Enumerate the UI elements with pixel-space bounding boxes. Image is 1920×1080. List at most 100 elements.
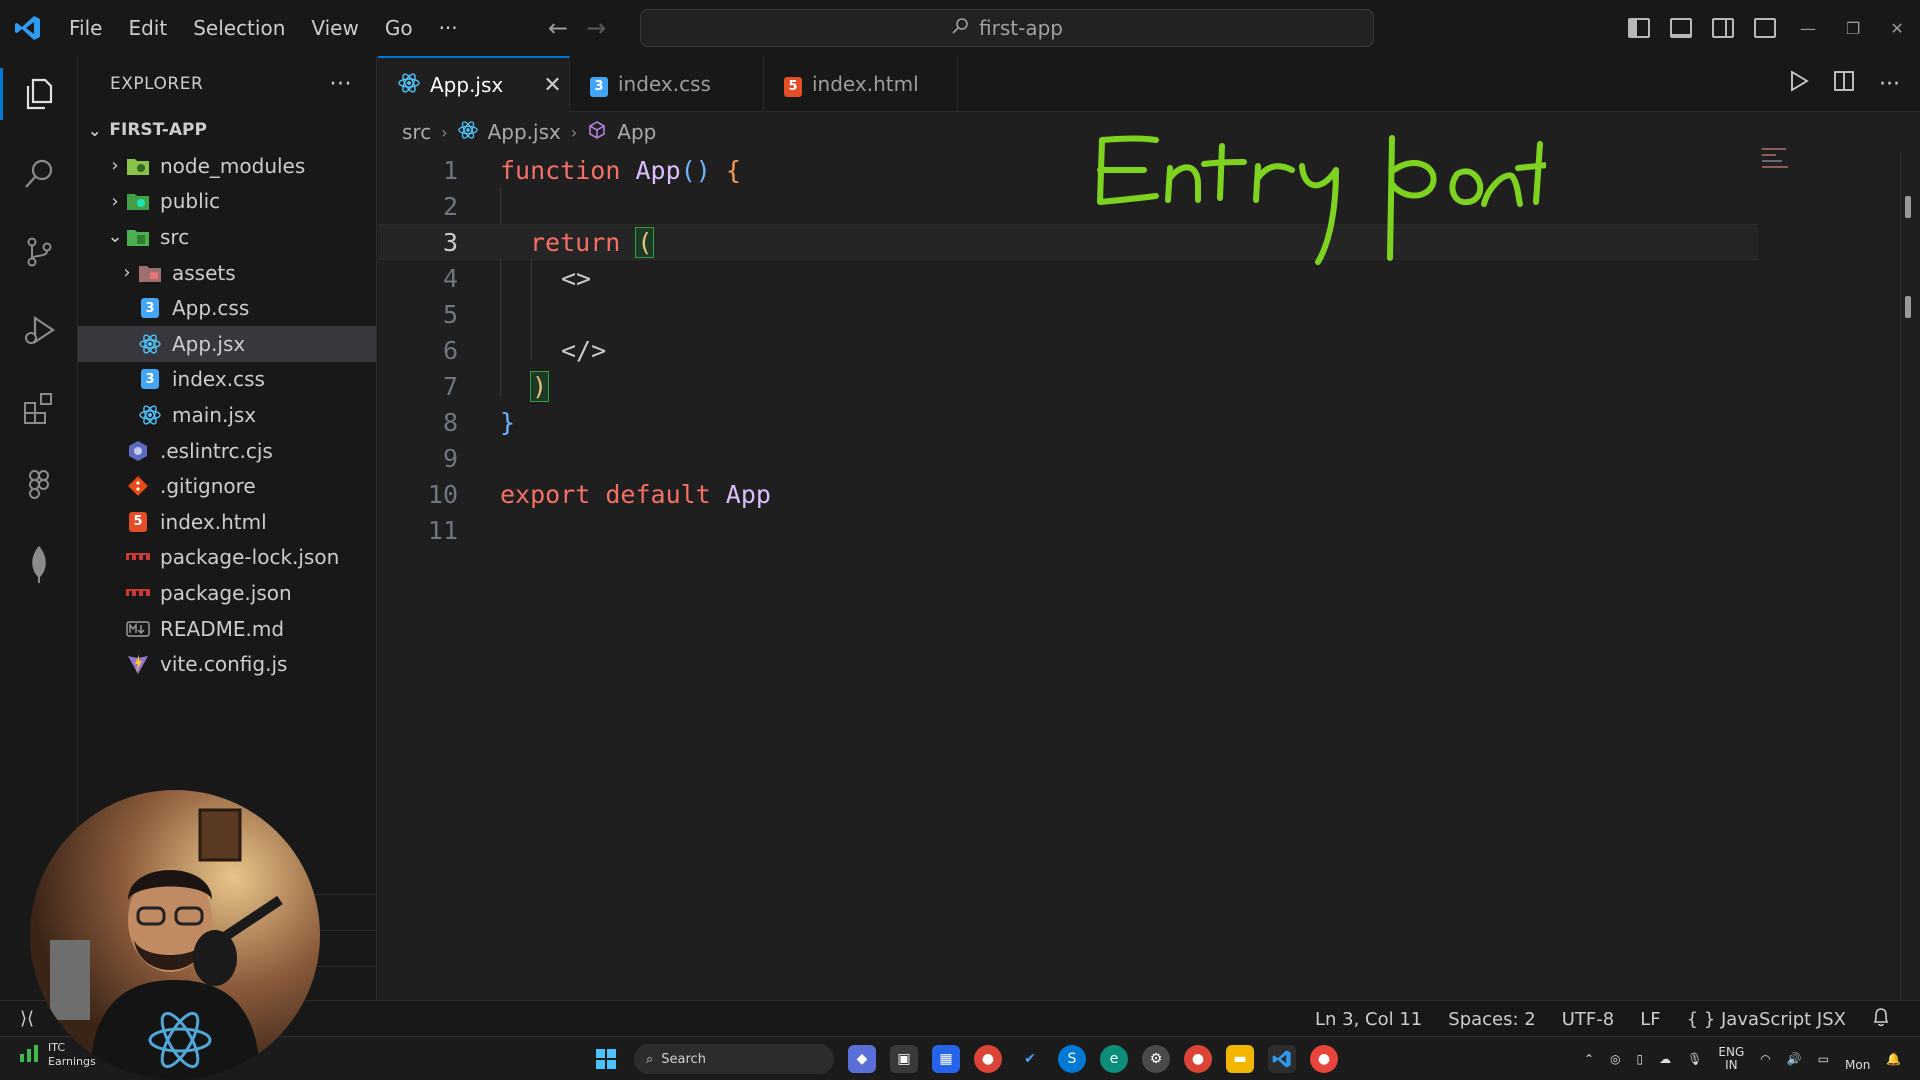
tree-item-label: App.css <box>172 296 250 321</box>
chrome-icon[interactable]: ● <box>974 1045 1002 1073</box>
skype-icon[interactable]: S <box>1058 1045 1086 1073</box>
tree-item-index-css[interactable]: 3 index.css <box>78 362 376 398</box>
editor-scrollbar[interactable] <box>1900 152 1914 1000</box>
scroll-thumb[interactable] <box>1905 196 1911 218</box>
remote-indicator-icon[interactable]: ⟩⟨ <box>0 1001 54 1037</box>
split-editor-icon[interactable] <box>1833 70 1855 98</box>
windows-taskbar: ITC Earnings ⌕ Search ◆ ▣ ▦ ● ✔ S e ⚙ ● … <box>0 1036 1920 1080</box>
menu-selection[interactable]: Selection <box>180 10 298 46</box>
tree-item-vite-config[interactable]: vite.config.js <box>78 646 376 682</box>
minimap[interactable] <box>1762 148 1796 188</box>
usb-icon[interactable]: ▯ <box>1637 1052 1644 1066</box>
chevron-right-icon: › <box>123 262 131 284</box>
file-explorer-icon[interactable]: ▬ <box>1226 1045 1254 1073</box>
wifi-icon[interactable]: ◠ <box>1760 1052 1770 1066</box>
onedrive-cloud-icon[interactable]: ☁ <box>1659 1052 1671 1066</box>
menu-go[interactable]: Go <box>372 10 426 46</box>
figma-icon[interactable] <box>0 454 78 518</box>
menu-more[interactable]: ··· <box>426 10 471 46</box>
scroll-thumb[interactable] <box>1905 296 1911 318</box>
search-icon[interactable] <box>0 142 78 206</box>
more-actions-icon[interactable]: ··· <box>1879 72 1900 97</box>
breadcrumb-src[interactable]: src <box>402 120 431 144</box>
copilot-icon[interactable]: ◆ <box>848 1045 876 1073</box>
source-control-icon[interactable] <box>0 220 78 284</box>
tree-item-eslintrc[interactable]: .eslintrc.cjs <box>78 433 376 469</box>
tree-item-app-css[interactable]: 3 App.css <box>78 290 376 326</box>
forward-arrow-icon[interactable]: → <box>586 14 606 42</box>
workspace-root-folder[interactable]: ⌄ FIRST-APP <box>78 112 376 148</box>
back-arrow-icon[interactable]: ← <box>548 14 568 42</box>
close-window-icon[interactable]: ✕ <box>1890 19 1903 38</box>
tree-item-package-json[interactable]: package.json <box>78 575 376 611</box>
vscode-taskbar-icon[interactable] <box>1268 1045 1296 1073</box>
restore-icon[interactable]: ❐ <box>1846 19 1860 38</box>
code-line-4: 4 <> <box>378 260 1758 296</box>
settings-gear-icon[interactable]: ⚙ <box>1142 1045 1170 1073</box>
menu-edit[interactable]: Edit <box>115 10 180 46</box>
token-keyword: export <box>500 479 591 509</box>
extensions-icon[interactable] <box>0 376 78 440</box>
notification-bell-icon[interactable]: 🔔 <box>1886 1052 1901 1066</box>
status-language[interactable]: JavaScript JSX <box>1721 1009 1846 1030</box>
tab-index-css[interactable]: 3 index.css <box>570 56 764 112</box>
todo-app-icon[interactable]: ✔ <box>1016 1045 1044 1073</box>
command-center-search[interactable]: first-app <box>640 9 1374 47</box>
tree-item-assets[interactable]: › assets <box>78 255 376 291</box>
microphone-icon[interactable]: 🎙 <box>1687 1052 1702 1066</box>
tree-item-app-jsx[interactable]: App.jsx <box>78 325 376 362</box>
tree-item-public[interactable]: › public <box>78 184 376 220</box>
status-eol[interactable]: LF <box>1640 1009 1660 1030</box>
braces-icon: { } <box>1686 1008 1716 1030</box>
tab-app-jsx[interactable]: App.jsx ✕ <box>378 56 570 112</box>
explorer-more-button[interactable]: ··· <box>330 72 352 97</box>
html-file-icon: 5 <box>784 71 802 97</box>
clock[interactable]: Mon <box>1845 1046 1870 1072</box>
menu-view[interactable]: View <box>298 10 371 46</box>
tree-item-gitignore[interactable]: .gitignore <box>78 468 376 504</box>
windows-start-icon[interactable] <box>592 1045 620 1073</box>
run-debug-icon[interactable] <box>0 298 78 362</box>
task-view-icon[interactable]: ▣ <box>890 1045 918 1073</box>
notifications-bell-icon[interactable] <box>1872 1007 1890 1032</box>
tree-item-index-html[interactable]: 5 index.html <box>78 504 376 540</box>
chrome-canary-icon[interactable]: ● <box>1310 1045 1338 1073</box>
mongodb-leaf-icon[interactable] <box>0 532 78 596</box>
menu-bar: File Edit Selection View Go ··· <box>56 10 471 46</box>
tree-item-label: assets <box>172 260 236 285</box>
system-tray: ⌃ ◎ ▯ ☁ 🎙 ENG IN ◠ 🔊 ▭ Mon 🔔 <box>1584 1041 1901 1077</box>
tab-index-html[interactable]: 5 index.html <box>764 56 958 112</box>
edge-browser-icon[interactable]: e <box>1100 1045 1128 1073</box>
chevron-up-icon[interactable]: ⌃ <box>1584 1052 1594 1066</box>
menu-file[interactable]: File <box>56 10 115 46</box>
minimize-icon[interactable]: — <box>1800 19 1816 38</box>
status-encoding[interactable]: UTF-8 <box>1562 1009 1614 1030</box>
toggle-secondary-sidebar-icon[interactable] <box>1712 18 1734 38</box>
calendar-app-icon[interactable]: ▦ <box>932 1045 960 1073</box>
line-number: 6 <box>442 335 458 365</box>
explorer-icon[interactable] <box>0 62 78 126</box>
tree-item-package-lock[interactable]: package-lock.json <box>78 540 376 576</box>
toggle-primary-sidebar-icon[interactable] <box>1628 18 1650 38</box>
code-editor[interactable]: 1 function App() { 2 3 return ( 4 <> 5 6… <box>378 152 1920 1000</box>
toggle-panel-icon[interactable] <box>1670 18 1692 38</box>
tree-item-label: index.html <box>160 509 267 534</box>
tree-item-node-modules[interactable]: › node_modules <box>78 148 376 184</box>
chrome-profile-icon[interactable]: ● <box>1184 1045 1212 1073</box>
tree-item-readme[interactable]: README.md <box>78 611 376 647</box>
run-icon[interactable] <box>1789 70 1809 98</box>
taskbar-search[interactable]: ⌕ Search <box>634 1044 834 1074</box>
customize-layout-icon[interactable] <box>1754 18 1776 38</box>
breadcrumb-symbol[interactable]: App <box>617 120 656 144</box>
token-identifier: App <box>725 479 771 509</box>
tray-app-icon[interactable]: ◎ <box>1610 1052 1620 1066</box>
status-cursor-position[interactable]: Ln 3, Col 11 <box>1315 1009 1422 1030</box>
volume-icon[interactable]: 🔊 <box>1787 1052 1802 1066</box>
tree-item-src[interactable]: ⌄ src <box>78 219 376 255</box>
status-indentation[interactable]: Spaces: 2 <box>1448 1009 1535 1030</box>
close-icon[interactable]: ✕ <box>543 73 561 98</box>
language-indicator[interactable]: ENG IN <box>1718 1046 1744 1072</box>
tree-item-main-jsx[interactable]: main.jsx <box>78 397 376 433</box>
battery-icon[interactable]: ▭ <box>1818 1052 1829 1066</box>
breadcrumb-file[interactable]: App.jsx <box>488 120 561 144</box>
